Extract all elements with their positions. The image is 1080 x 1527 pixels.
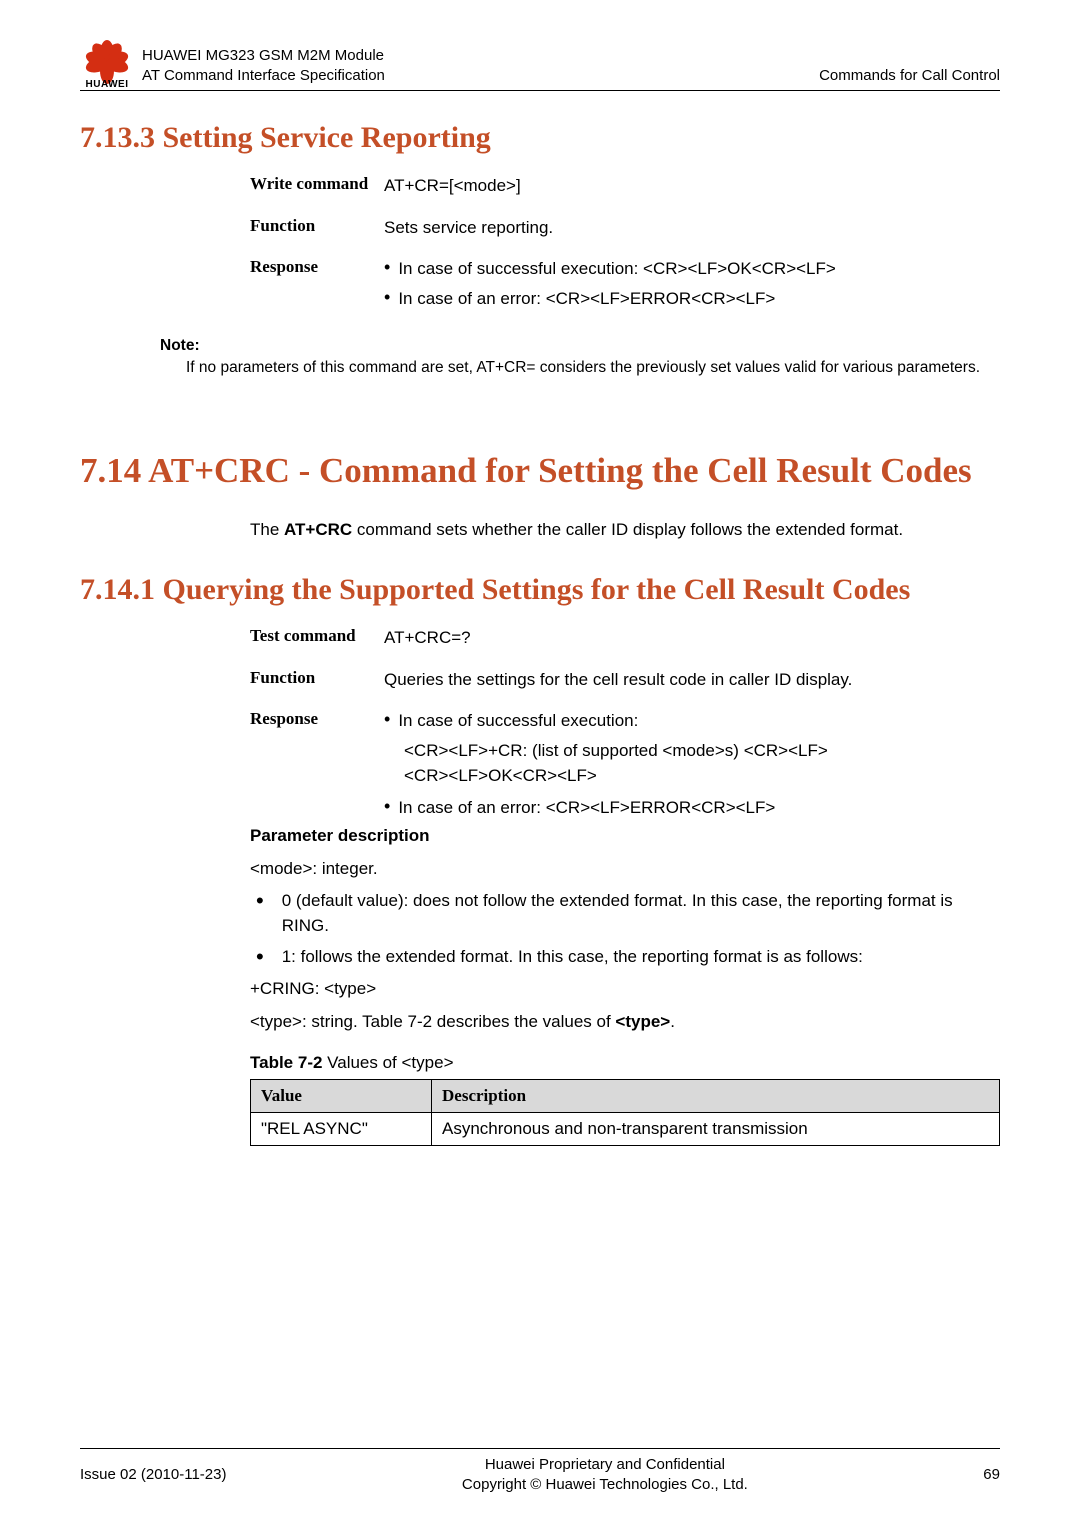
page-header: HUAWEI HUAWEI MG323 GSM M2M Module AT Co… xyxy=(80,0,1000,91)
value-function2: Queries the settings for the cell result… xyxy=(384,667,1000,693)
resp2-success-l2: <CR><LF>+CR: (list of supported <mode>s)… xyxy=(404,738,1000,764)
resp2-success-l1: In case of successful execution: xyxy=(398,708,638,734)
table-caption: Table 7-2 Values of <type> xyxy=(250,1053,1000,1073)
td-description: Asynchronous and non-transparent transmi… xyxy=(432,1112,1000,1145)
table-caption-bold: Table 7-2 xyxy=(250,1053,322,1072)
note-body: If no parameters of this command are set… xyxy=(186,357,1000,379)
intro-7-14: The AT+CRC command sets whether the call… xyxy=(250,518,1000,543)
doc-title-line1: HUAWEI MG323 GSM M2M Module xyxy=(142,46,385,66)
value-response2: In case of successful execution: <CR><LF… xyxy=(384,708,1000,824)
type-line-bold: <type> xyxy=(615,1012,670,1031)
intro-pre: The xyxy=(250,520,284,539)
footer-proprietary: Huawei Proprietary and Confidential xyxy=(462,1455,748,1475)
heading-7-13-3: 7.13.3 Setting Service Reporting xyxy=(80,121,1000,155)
th-value: Value xyxy=(251,1079,432,1112)
label-write-command: Write command xyxy=(250,173,384,199)
value-test-command: AT+CRC=? xyxy=(384,625,1000,651)
value-function: Sets service reporting. xyxy=(384,215,1000,241)
list-item: 0 (default value): does not follow the e… xyxy=(250,889,1000,938)
intro-bold: AT+CRC xyxy=(284,520,352,539)
resp2-error: In case of an error: <CR><LF>ERROR<CR><L… xyxy=(398,795,775,821)
label-function2: Function xyxy=(250,667,384,693)
footer-issue: Issue 02 (2010-11-23) xyxy=(80,1466,226,1483)
value-write-command: AT+CR=[<mode>] xyxy=(384,173,1000,199)
td-value: "REL ASYNC" xyxy=(251,1112,432,1145)
header-left: HUAWEI HUAWEI MG323 GSM M2M Module AT Co… xyxy=(80,38,385,86)
response-success: In case of successful execution: <CR><LF… xyxy=(398,256,836,282)
def-table-7-13-3: Write command AT+CR=[<mode>] Function Se… xyxy=(250,173,1000,315)
footer-page-number: 69 xyxy=(983,1466,1000,1483)
value-response: In case of successful execution: <CR><LF… xyxy=(384,256,1000,315)
footer-copyright: Copyright © Huawei Technologies Co., Ltd… xyxy=(462,1475,748,1495)
footer-center: Huawei Proprietary and Confidential Copy… xyxy=(462,1455,748,1496)
note-block: Note: If no parameters of this command a… xyxy=(160,337,1000,379)
cring-line: +CRING: <type> xyxy=(250,977,1000,1002)
huawei-logo-icon: HUAWEI xyxy=(80,38,134,88)
resp2-success-l3: <CR><LF>OK<CR><LF> xyxy=(404,763,1000,789)
label-response2: Response xyxy=(250,708,384,824)
mode-line: <mode>: integer. xyxy=(250,857,1000,882)
heading-7-14: 7.14 AT+CRC - Command for Setting the Ce… xyxy=(80,449,1000,493)
doc-title-line2: AT Command Interface Specification xyxy=(142,66,385,86)
response-error: In case of an error: <CR><LF>ERROR<CR><L… xyxy=(398,286,775,312)
type-line-pre: <type>: string. Table 7-2 describes the … xyxy=(250,1012,615,1031)
param-title: Parameter description xyxy=(250,824,1000,849)
th-description: Description xyxy=(432,1079,1000,1112)
intro-post: command sets whether the caller ID displ… xyxy=(352,520,903,539)
mode-0: 0 (default value): does not follow the e… xyxy=(282,889,1000,938)
table-caption-rest: Values of <type> xyxy=(322,1053,453,1072)
mode-1: 1: follows the extended format. In this … xyxy=(282,945,863,970)
def-table-7-14-1: Test command AT+CRC=? Function Queries t… xyxy=(250,625,1000,824)
header-titles: HUAWEI MG323 GSM M2M Module AT Command I… xyxy=(142,46,385,87)
label-function: Function xyxy=(250,215,384,241)
label-test-command: Test command xyxy=(250,625,384,651)
logo-wordmark: HUAWEI xyxy=(80,79,134,90)
table-row: Value Description xyxy=(251,1079,1000,1112)
list-item: 1: follows the extended format. In this … xyxy=(250,945,1000,970)
mode-options: 0 (default value): does not follow the e… xyxy=(250,889,1000,969)
type-line-post: . xyxy=(670,1012,675,1031)
page-footer: Issue 02 (2010-11-23) Huawei Proprietary… xyxy=(80,1448,1000,1496)
table-7-2: Value Description "REL ASYNC" Asynchrono… xyxy=(250,1079,1000,1146)
heading-7-14-1: 7.14.1 Querying the Supported Settings f… xyxy=(80,573,1000,607)
header-section-name: Commands for Call Control xyxy=(819,67,1000,86)
note-title: Note: xyxy=(160,337,1000,355)
table-row: "REL ASYNC" Asynchronous and non-transpa… xyxy=(251,1112,1000,1145)
param-block: Parameter description <mode>: integer. 0… xyxy=(250,824,1000,1034)
label-response: Response xyxy=(250,256,384,315)
